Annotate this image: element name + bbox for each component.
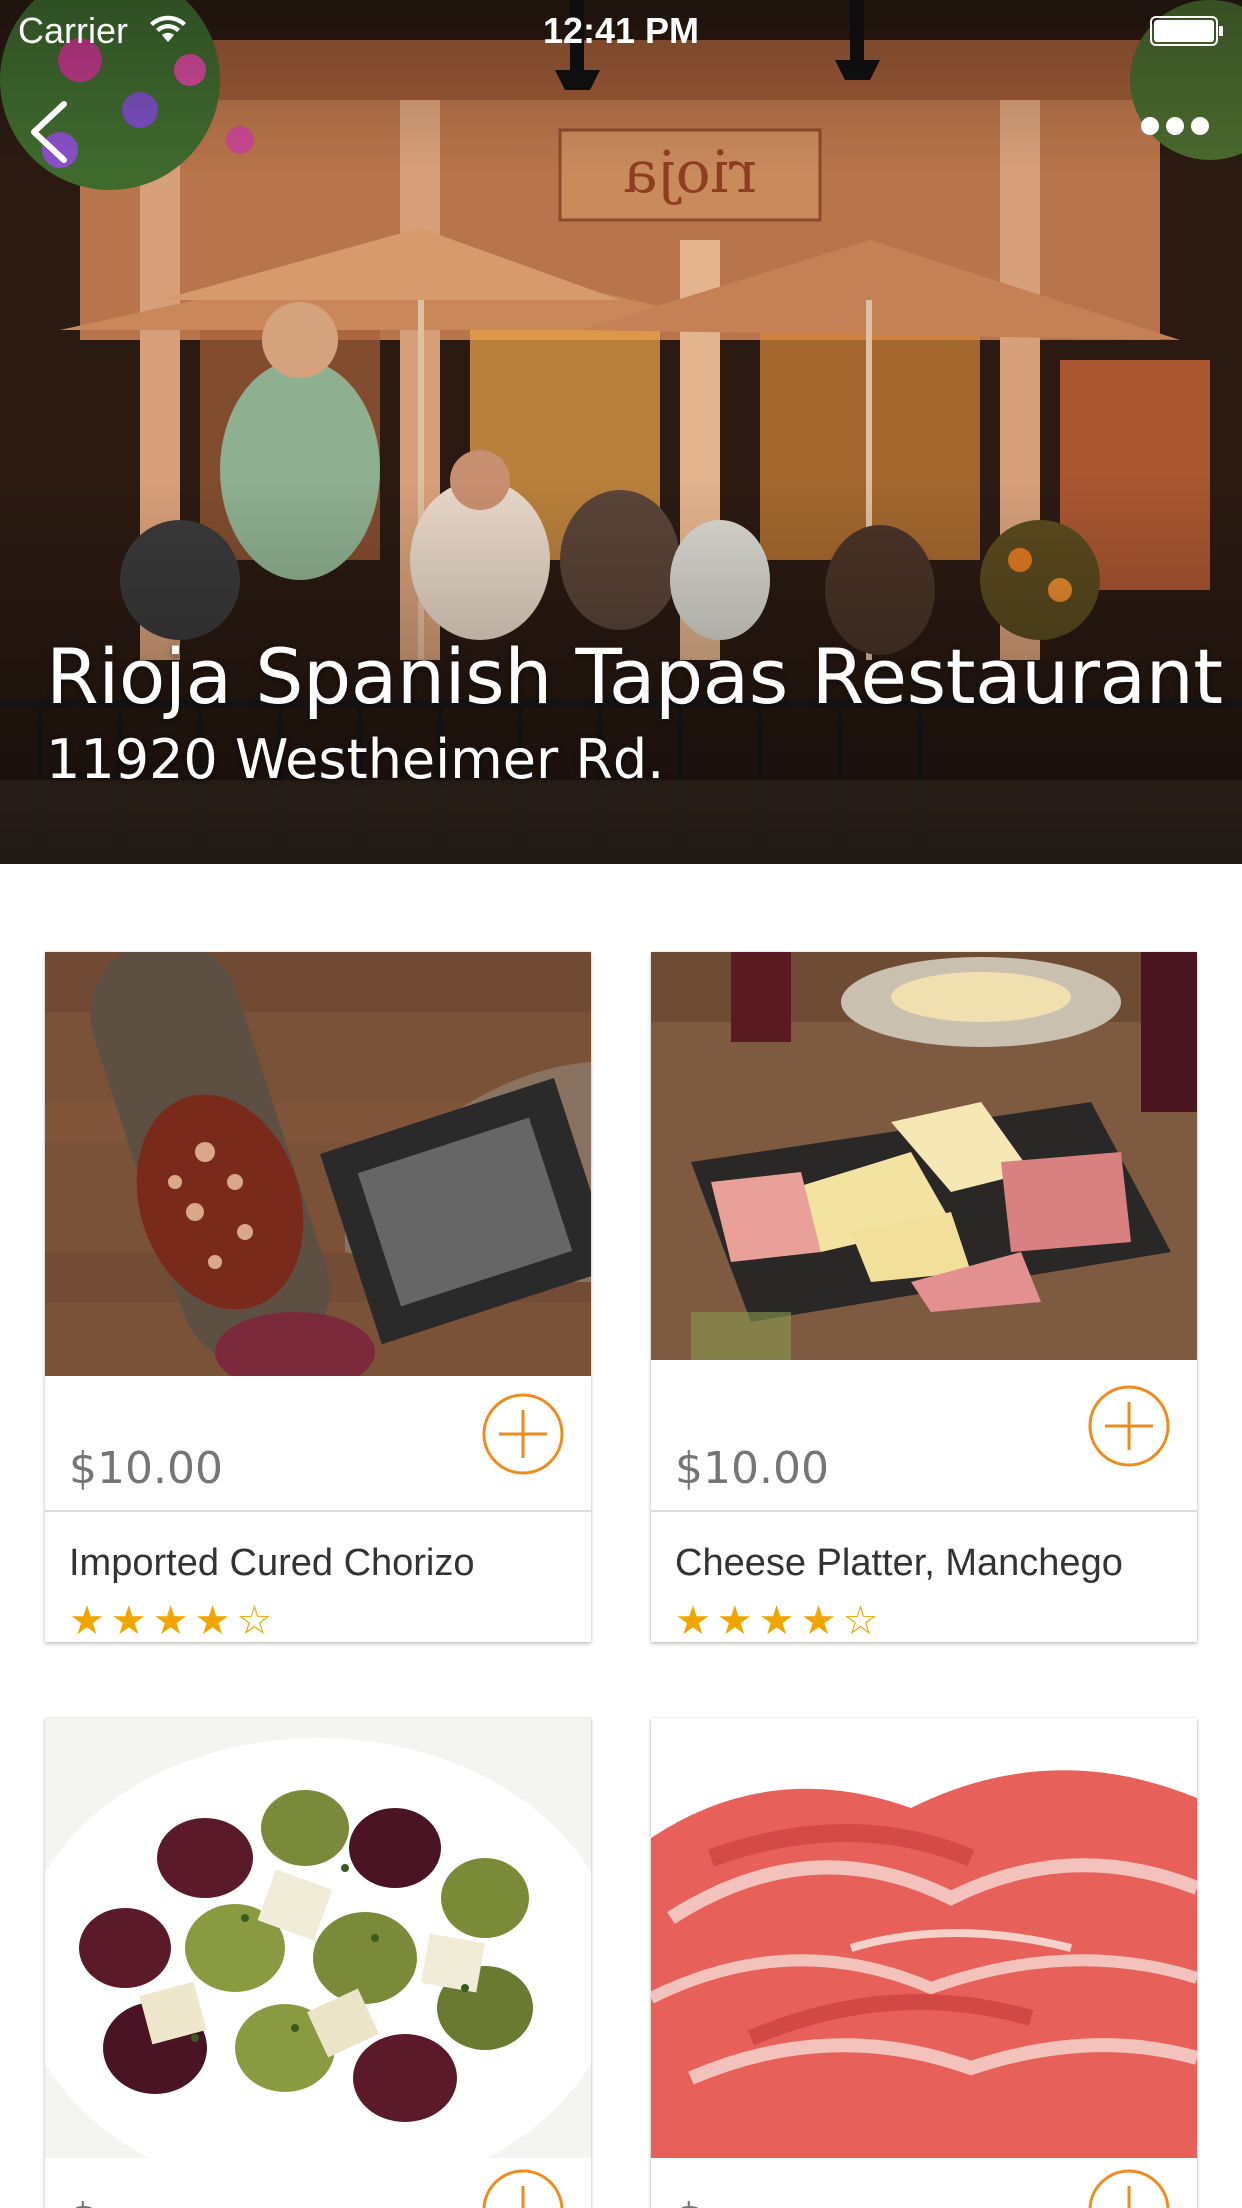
item-price: $	[675, 2194, 703, 2208]
item-price: $	[69, 2194, 97, 2208]
item-photo-olives	[45, 1718, 591, 2158]
menu-item-card[interactable]: $10.00 Imported Cured Chorizo ★★★★☆	[45, 952, 591, 1642]
empty-stars: ☆	[842, 1598, 885, 1642]
filled-stars: ★★★★	[69, 1598, 237, 1642]
add-to-cart-button[interactable]	[481, 2168, 565, 2208]
battery-icon	[1150, 16, 1223, 46]
item-photo-cheese-platter	[651, 952, 1197, 1360]
ellipsis-icon	[1141, 117, 1209, 135]
item-price: $10.00	[675, 1443, 829, 1494]
price-row: $10.00	[45, 1376, 591, 1512]
item-info: Imported Cured Chorizo ★★★★☆	[45, 1512, 591, 1642]
item-name: Imported Cured Chorizo	[69, 1542, 475, 1584]
price-row: $	[651, 2158, 1197, 2208]
plus-circle-icon	[1088, 2169, 1170, 2208]
more-options-button[interactable]	[1138, 108, 1212, 144]
price-row: $10.00	[651, 1360, 1197, 1512]
add-to-cart-button[interactable]	[481, 1392, 565, 1476]
back-button[interactable]	[20, 92, 80, 172]
menu-item-card[interactable]: $10.00 Cheese Platter, Manchego ★★★★☆	[651, 952, 1197, 1642]
item-info: Cheese Platter, Manchego ★★★★☆	[651, 1512, 1197, 1642]
status-time: 12:41 PM	[542, 10, 700, 51]
filled-stars: ★★★★	[675, 1598, 843, 1642]
price-row: $	[45, 2158, 591, 2208]
menu-item-card[interactable]: $	[651, 1718, 1197, 2208]
menu-item-card[interactable]: $	[45, 1718, 591, 2208]
add-to-cart-button[interactable]	[1087, 2168, 1171, 2208]
item-name: Cheese Platter, Manchego	[675, 1542, 1123, 1584]
item-price: $10.00	[69, 1443, 223, 1494]
restaurant-name: Rioja Spanish Tapas Restaurant	[46, 632, 1223, 721]
chevron-left-icon	[31, 101, 67, 163]
add-to-cart-button[interactable]	[1087, 1384, 1171, 1468]
rating-stars: ★★★★☆	[69, 1598, 278, 1642]
plus-circle-icon	[1088, 1385, 1170, 1467]
plus-circle-icon	[482, 2169, 564, 2208]
item-photo-chorizo	[45, 952, 591, 1376]
plus-circle-icon	[482, 1393, 564, 1475]
rating-stars: ★★★★☆	[675, 1598, 884, 1642]
item-photo-jamon	[651, 1718, 1197, 2158]
empty-stars: ☆	[236, 1598, 279, 1642]
restaurant-detail-screen: rioja	[0, 0, 1242, 2208]
restaurant-address: 11920 Westheimer Rd.	[46, 728, 665, 791]
status-bar: Carrier 12:41 PM	[0, 0, 1242, 60]
restaurant-hero-image: rioja	[0, 0, 1242, 864]
